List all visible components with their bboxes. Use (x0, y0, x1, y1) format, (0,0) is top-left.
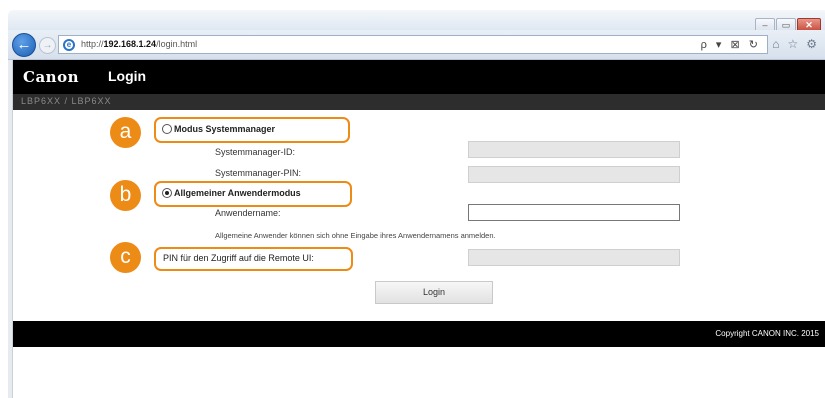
system-manager-id-label: Systemmanager-ID: (215, 147, 296, 157)
username-input[interactable] (468, 204, 680, 221)
system-manager-id-input[interactable] (468, 141, 680, 158)
browser-nav-icons: ⌂ ☆ ⚙ (772, 37, 817, 51)
favorites-star-icon[interactable]: ☆ (787, 37, 798, 51)
general-user-hint: Allgemeine Anwender können sich ohne Ein… (215, 231, 496, 240)
url-prefix: http:// (81, 39, 104, 49)
browser-titlebar: – ▭ ✕ (8, 10, 825, 32)
canon-logo: Canon (23, 68, 79, 86)
radio-general-user-row[interactable]: Allgemeiner Anwendermodus (162, 188, 301, 198)
back-arrow-icon[interactable]: ← (12, 33, 36, 57)
ie-logo-icon: e (63, 39, 75, 51)
username-label: Anwendername: (215, 208, 281, 218)
page-title: Login (108, 68, 147, 84)
radio-system-manager[interactable] (162, 124, 172, 134)
address-bar[interactable]: e http://192.168.1.24/login.html ρ ▾ ⊠ ↻ (58, 35, 768, 54)
system-manager-pin-label: Systemmanager-PIN: (215, 168, 302, 178)
copyright-text: Copyright CANON INC. 2015 (715, 329, 819, 338)
remote-ui-pin-label: PIN für den Zugriff auf die Remote UI: (163, 253, 314, 263)
forward-arrow-icon[interactable]: → (39, 37, 56, 54)
callout-badge-a: a (110, 117, 141, 148)
url-host: 192.168.1.24 (103, 39, 157, 49)
home-icon[interactable]: ⌂ (772, 37, 779, 51)
settings-gear-icon[interactable]: ⚙ (806, 37, 817, 51)
login-form: a Modus Systemmanager Systemmanager-ID: … (13, 110, 825, 321)
device-name: LBP6XX / LBP6XX (21, 96, 112, 106)
callout-badge-b: b (110, 180, 141, 211)
system-manager-pin-input[interactable] (468, 166, 680, 183)
login-button[interactable]: Login (375, 281, 493, 304)
callout-badge-c: c (110, 242, 141, 273)
page-footer: Copyright CANON INC. 2015 (13, 321, 825, 347)
page-header: Canon Login (13, 60, 825, 94)
radio-general-user[interactable] (162, 188, 172, 198)
remote-ui-pin-input[interactable] (468, 249, 680, 266)
radio-system-manager-label: Modus Systemmanager (174, 124, 276, 134)
address-url: http://192.168.1.24/login.html (81, 39, 197, 49)
url-path: /login.html (156, 39, 198, 49)
radio-general-user-label: Allgemeiner Anwendermodus (174, 188, 301, 198)
device-bar: LBP6XX / LBP6XX (13, 94, 825, 110)
browser-navbar: ← → e http://192.168.1.24/login.html ρ ▾… (8, 30, 825, 60)
radio-system-manager-row[interactable]: Modus Systemmanager (162, 124, 275, 134)
address-bar-tools[interactable]: ρ ▾ ⊠ ↻ (701, 38, 761, 51)
